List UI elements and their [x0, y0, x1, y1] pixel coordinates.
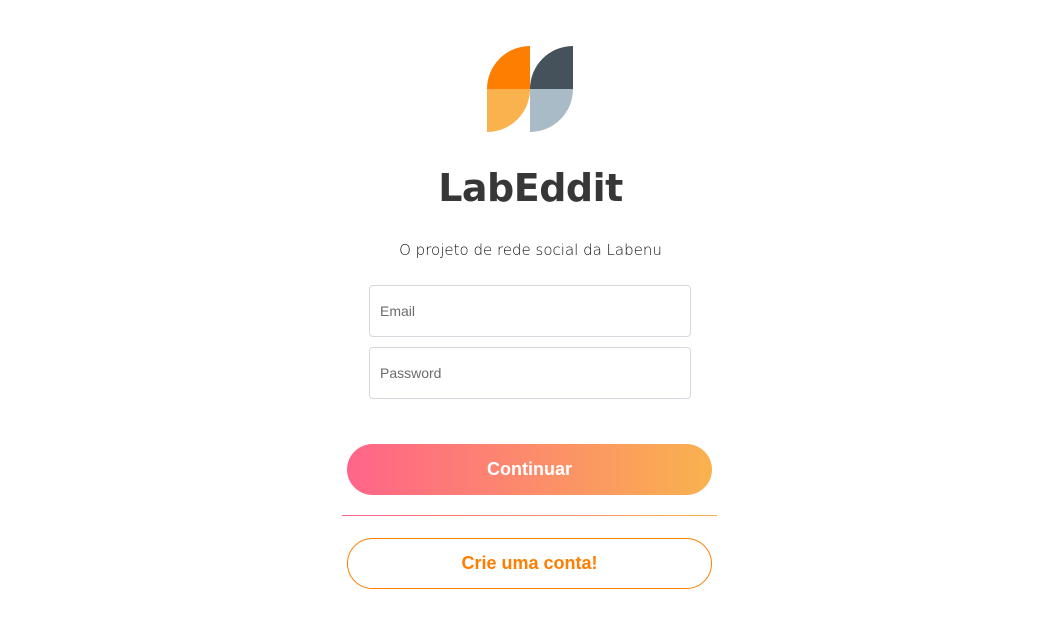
logo-light-gray-leaf	[530, 89, 573, 132]
email-input[interactable]	[369, 285, 691, 337]
logo-light-orange-leaf	[487, 89, 530, 132]
app-title: LabEddit	[438, 166, 623, 210]
password-input[interactable]	[369, 347, 691, 399]
gradient-divider	[342, 515, 717, 516]
create-account-button[interactable]: Crie uma conta!	[347, 538, 712, 589]
labeddit-logo-icon	[487, 46, 573, 132]
logo-orange-leaf	[487, 46, 530, 89]
login-page: LabEddit O projeto de rede social da Lab…	[0, 0, 1061, 640]
logo-dark-leaf	[530, 46, 573, 89]
app-subtitle: O projeto de rede social da Labenu	[399, 241, 662, 259]
continue-button[interactable]: Continuar	[347, 444, 712, 495]
